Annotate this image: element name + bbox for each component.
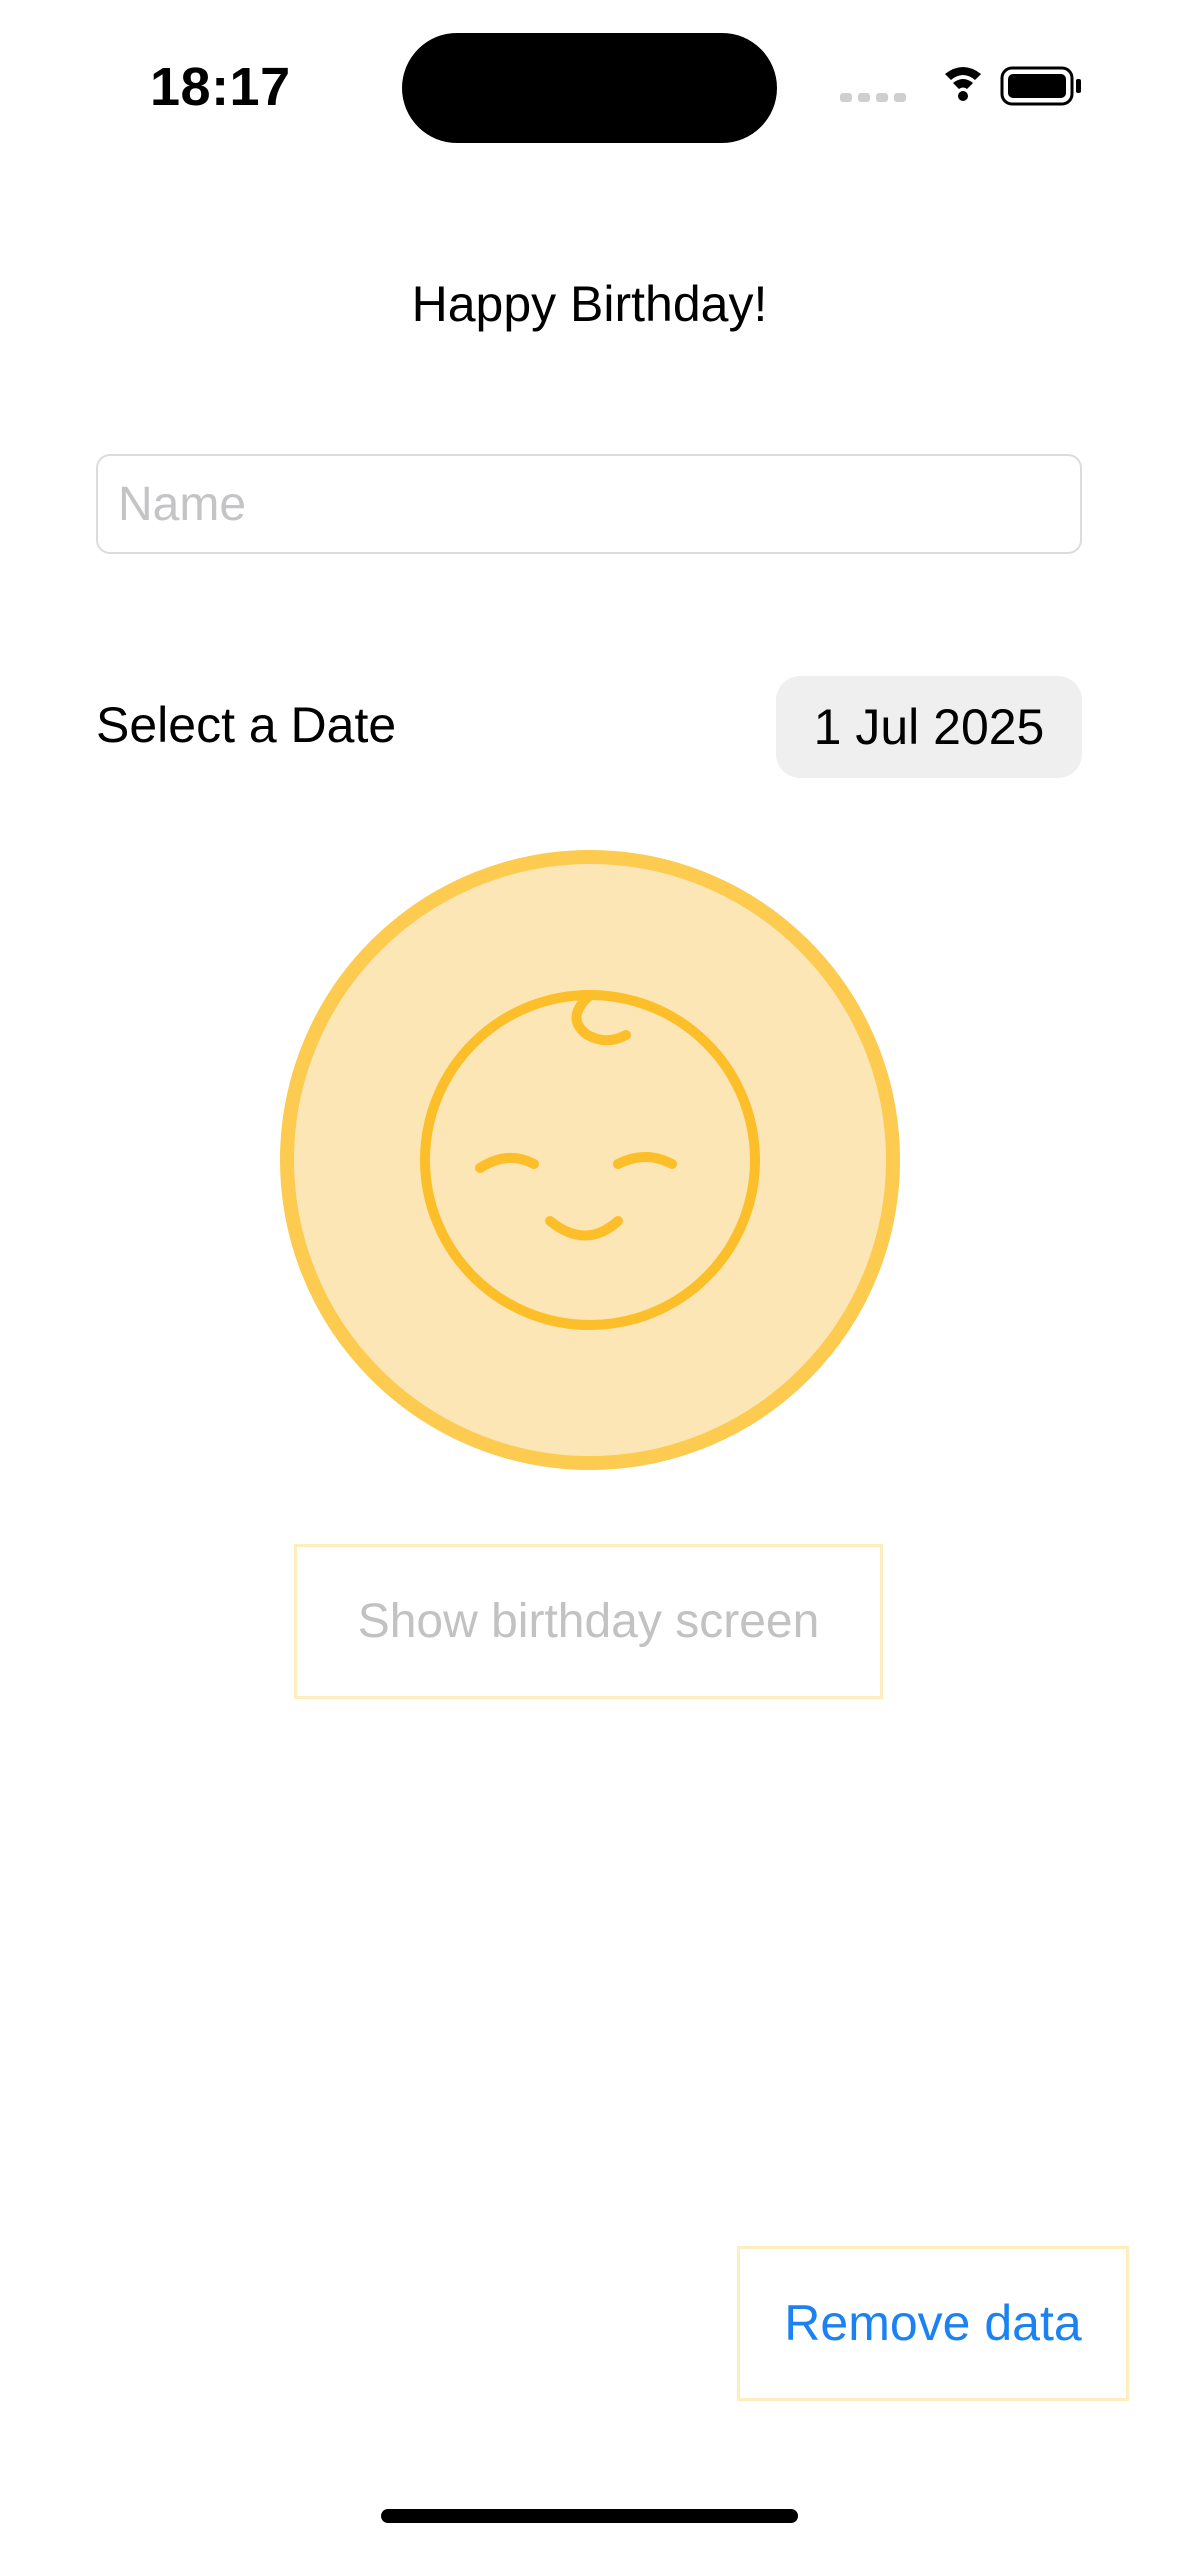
status-icons: [840, 62, 1090, 112]
name-input[interactable]: [96, 454, 1082, 554]
dynamic-island: [402, 33, 777, 143]
date-label: Select a Date: [96, 697, 397, 753]
status-time: 18:17: [150, 57, 291, 117]
show-birthday-button[interactable]: Show birthday screen: [294, 1544, 883, 1699]
cellular-dots-icon: [840, 93, 906, 102]
remove-data-button[interactable]: Remove data: [737, 2246, 1129, 2401]
avatar-image-button[interactable]: [280, 850, 900, 1470]
date-picker-button[interactable]: 1 Jul 2025: [776, 676, 1082, 778]
battery-icon: [1000, 66, 1081, 106]
page-title: Happy Birthday!: [411, 276, 768, 332]
wifi-icon: [945, 67, 981, 101]
home-indicator[interactable]: [381, 2509, 798, 2523]
